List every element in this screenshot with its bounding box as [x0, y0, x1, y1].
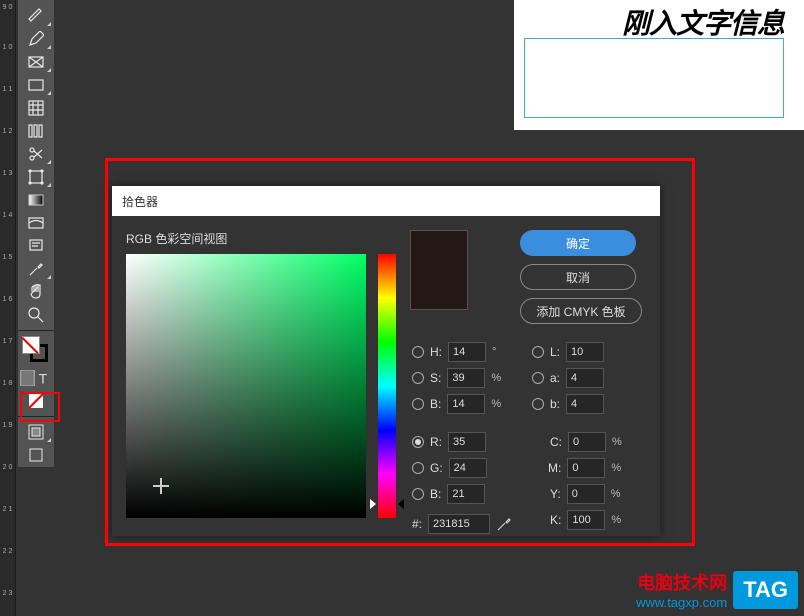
view-mode-preview[interactable]: [20, 444, 52, 466]
eyedropper-icon[interactable]: [496, 516, 512, 532]
dialog-titlebar[interactable]: 拾色器: [112, 186, 660, 216]
zoom-tool[interactable]: [20, 304, 52, 326]
s-input[interactable]: [447, 368, 485, 388]
add-cmyk-swatch-button[interactable]: 添加 CMYK 色板: [520, 298, 642, 324]
ok-button[interactable]: 确定: [520, 230, 636, 256]
h-radio[interactable]: [412, 346, 424, 358]
rectangle-frame-tool[interactable]: [20, 51, 52, 73]
b-rgb-input[interactable]: [447, 484, 485, 504]
pencil-tool[interactable]: [20, 28, 52, 50]
s-row: S: %: [412, 368, 503, 388]
vertical-ruler: 9 0 1 0 1 1 1 2 1 3 1 4 1 5 1 6 1 7 1 8 …: [0, 0, 16, 616]
k-row: K: %: [550, 510, 623, 530]
rectangle-tool[interactable]: [20, 74, 52, 96]
l-radio[interactable]: [532, 346, 544, 358]
b-lab-radio[interactable]: [532, 398, 544, 410]
watermark-tag: TAG: [733, 571, 798, 609]
hex-input[interactable]: [428, 514, 490, 534]
b-hsb-input[interactable]: [447, 394, 485, 414]
pen-tool[interactable]: [20, 5, 52, 27]
canvas-area[interactable]: 刚入文字信息: [514, 0, 804, 130]
eyedropper-tool[interactable]: [20, 258, 52, 280]
a-row: a:: [532, 368, 604, 388]
g-radio[interactable]: [412, 462, 424, 474]
dialog-title: 拾色器: [122, 193, 158, 210]
r-row: R:: [412, 432, 486, 452]
grid-tool[interactable]: [20, 97, 52, 119]
fill-swatch[interactable]: [22, 336, 40, 354]
saturation-brightness-field[interactable]: [126, 254, 366, 518]
b-rgb-radio[interactable]: [412, 488, 424, 500]
k-input[interactable]: [567, 510, 605, 530]
column-tool[interactable]: [20, 120, 52, 142]
view-mode-normal[interactable]: [20, 421, 52, 443]
y-row: Y: %: [550, 484, 623, 504]
l-input[interactable]: [566, 342, 604, 362]
a-input[interactable]: [566, 368, 604, 388]
h-input[interactable]: [448, 342, 486, 362]
hue-pointer-right: [398, 499, 404, 509]
gradient-feather-tool[interactable]: [20, 212, 52, 234]
note-tool[interactable]: [20, 235, 52, 257]
cancel-button[interactable]: 取消: [520, 264, 636, 290]
y-input[interactable]: [567, 484, 605, 504]
h-row: H: °: [412, 342, 504, 362]
format-container-text-toggle[interactable]: T: [20, 367, 52, 389]
c-row: C: %: [550, 432, 624, 452]
s-radio[interactable]: [412, 372, 424, 384]
r-radio[interactable]: [412, 436, 424, 448]
free-transform-tool[interactable]: [20, 166, 52, 188]
watermark-url: www.tagxp.com: [636, 595, 727, 610]
b-hsb-radio[interactable]: [412, 398, 424, 410]
a-radio[interactable]: [532, 372, 544, 384]
hue-slider[interactable]: [378, 254, 396, 518]
text-frame[interactable]: [524, 38, 784, 118]
m-input[interactable]: [567, 458, 605, 478]
scissors-tool[interactable]: [20, 143, 52, 165]
b-lab-row: b:: [532, 394, 604, 414]
canvas-headline: 刚入文字信息: [622, 2, 784, 42]
hue-pointer-left: [370, 499, 376, 509]
gradient-swatch-tool[interactable]: [20, 189, 52, 211]
b-hsb-row: B: %: [412, 394, 503, 414]
r-input[interactable]: [448, 432, 486, 452]
hex-row: #:: [412, 514, 512, 534]
svg-text:T: T: [39, 372, 48, 386]
watermark-cn: 电脑技术网: [637, 569, 727, 595]
color-picker-dialog: 拾色器 RGB 色彩空间视图 确定 取消 添加 CMYK 色板 H: ° S: …: [112, 186, 660, 536]
annotation-highlight-swatch: [20, 392, 60, 422]
color-preview: [410, 230, 468, 310]
b-rgb-row: B:: [412, 484, 485, 504]
fill-stroke-swatch[interactable]: [20, 335, 52, 365]
c-input[interactable]: [568, 432, 606, 452]
watermark: 电脑技术网 www.tagxp.com TAG: [636, 569, 798, 610]
b-lab-input[interactable]: [566, 394, 604, 414]
g-input[interactable]: [449, 458, 487, 478]
m-row: M: %: [548, 458, 623, 478]
l-row: L:: [532, 342, 604, 362]
g-row: G:: [412, 458, 487, 478]
hand-tool[interactable]: [20, 281, 52, 303]
